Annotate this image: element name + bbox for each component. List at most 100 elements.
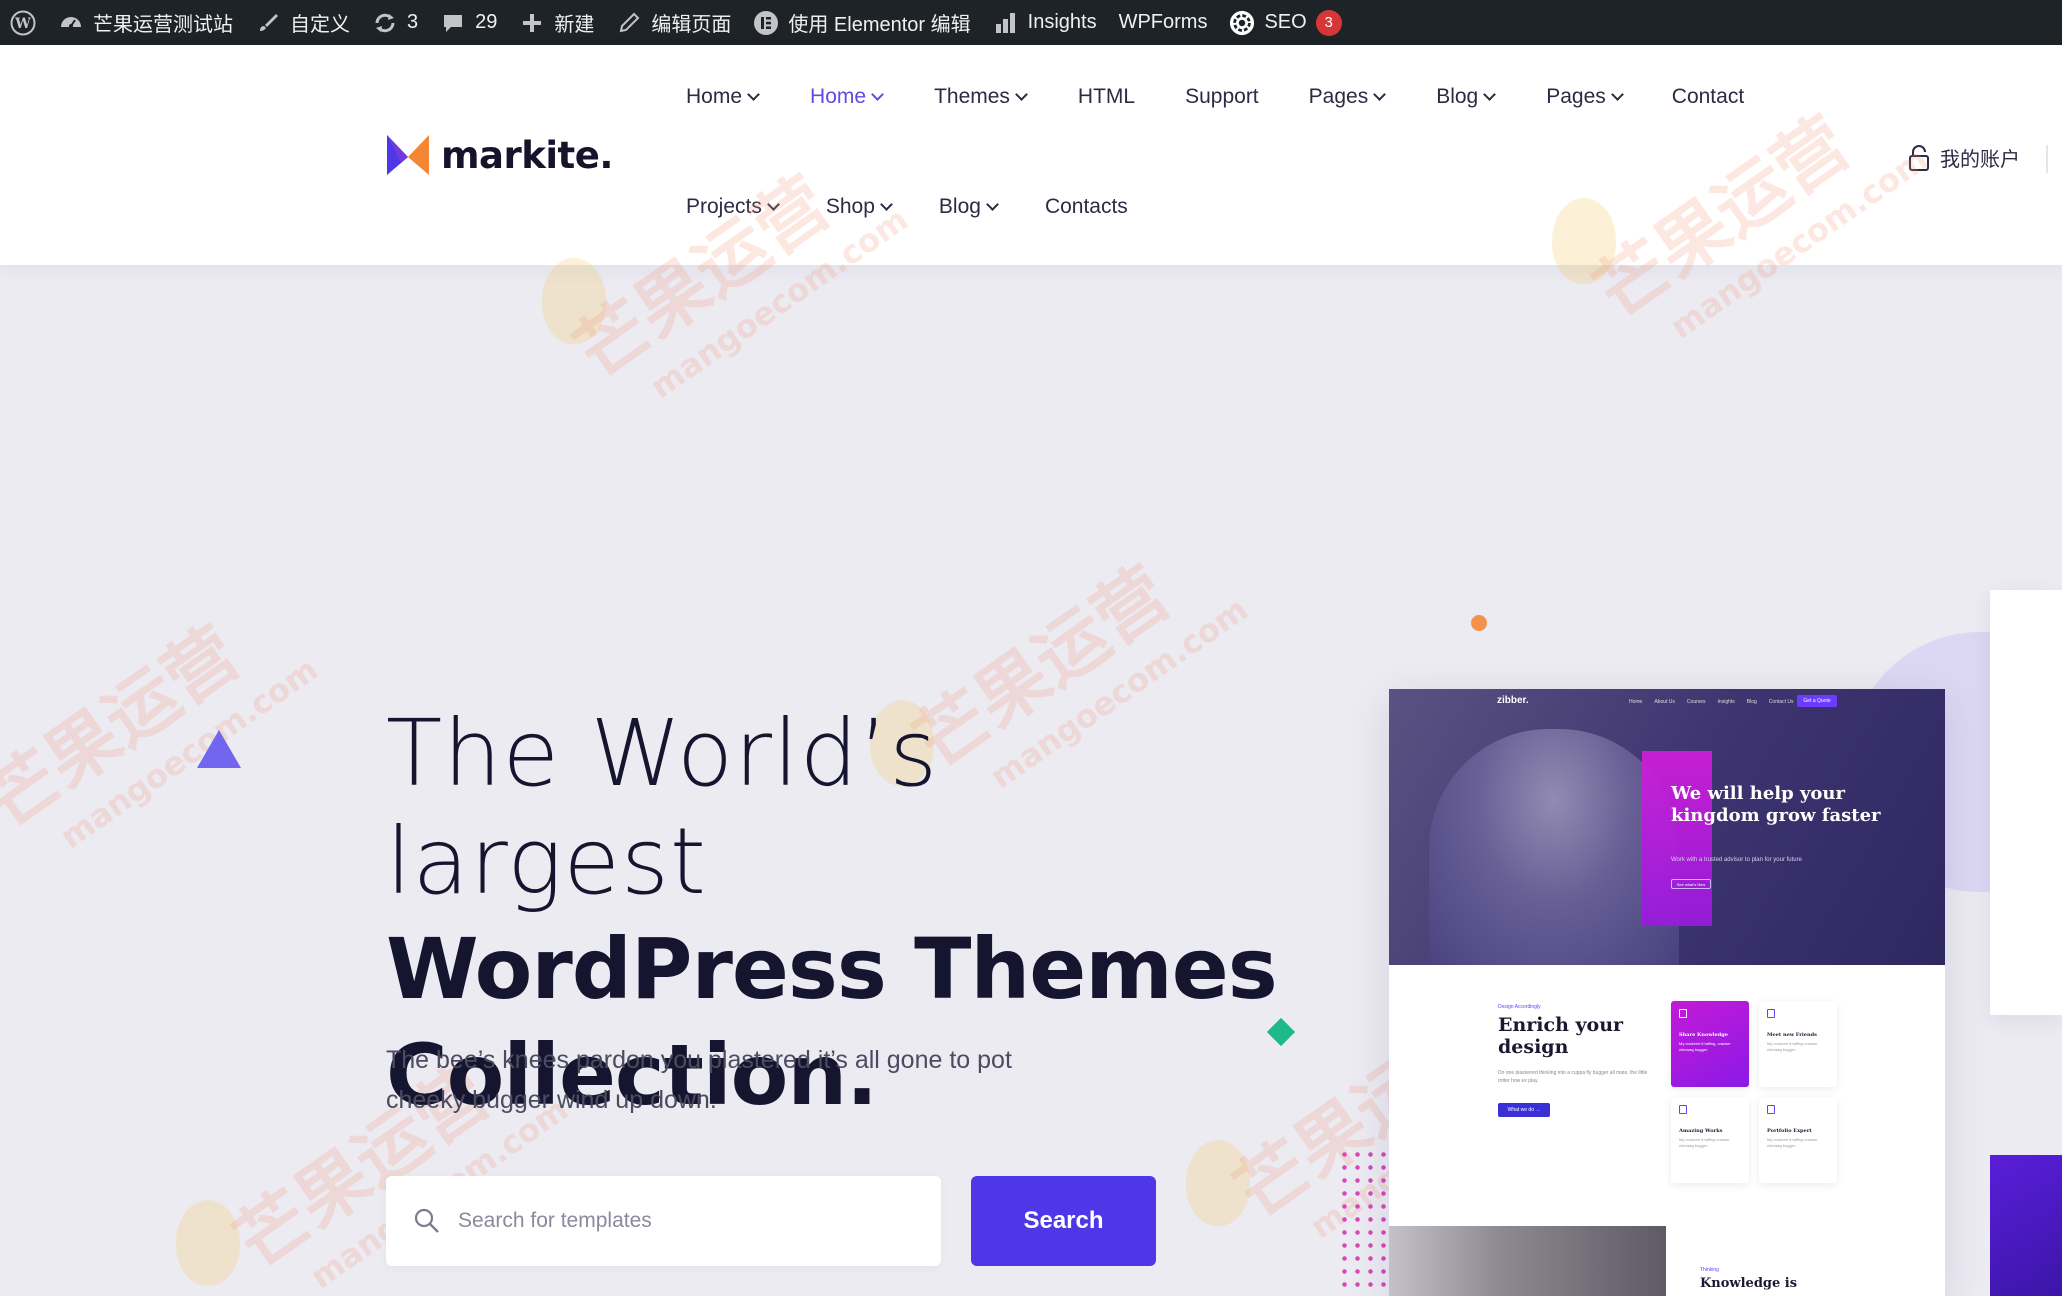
search-button[interactable]: Search [971, 1176, 1156, 1266]
nav-item-blog[interactable]: Blog [1436, 82, 1497, 112]
preview-bottom-title: Knowledge is [1700, 1276, 1798, 1291]
hero-subtitle-line1: The bee’s knees pardon you plastered it’… [386, 1046, 1012, 1074]
site-name-item[interactable]: 芒果运营测试站 [58, 8, 233, 37]
bar-chart-icon [993, 10, 1019, 36]
comments-item[interactable]: 29 [440, 10, 497, 36]
wpforms-item[interactable]: WPForms [1119, 11, 1208, 34]
customize-item[interactable]: 自定义 [255, 8, 350, 37]
nav-label: Support [1185, 85, 1259, 108]
seo-gear-icon [1229, 10, 1255, 36]
chevron-down-icon [1610, 88, 1624, 101]
template-search-input[interactable] [458, 1209, 898, 1233]
hero-subtitle-line2: cheeky bugger wind up down. [386, 1086, 717, 1114]
nav-label: Projects [686, 195, 762, 218]
nav-item-pages-2[interactable]: Pages [1546, 82, 1624, 112]
preview-hero-text: Work with a trusted advisor to plan for … [1671, 857, 1802, 863]
hero-title-line2: WordPress Themes [386, 920, 1278, 1018]
nav-item-support[interactable]: Support [1185, 82, 1259, 112]
dot-grid-pattern [1338, 1148, 1390, 1288]
preview-nav-item: Insights [1717, 699, 1735, 705]
nav-label: Pages [1308, 85, 1369, 108]
partial-template-preview[interactable] [1990, 590, 2062, 1015]
primary-nav-row-1: Home Home Themes HTML Support Pages Blog… [686, 82, 1744, 112]
nav-label: Contacts [1044, 195, 1128, 218]
preview-cta: Get a Quote [1797, 695, 1837, 707]
preview-tile-desc: My cockerel it taffing, cracker chinwag … [1679, 1041, 1731, 1052]
preview-section-button: What we do → [1498, 1103, 1550, 1117]
preview-tile-title: Share Knowledge [1679, 1032, 1728, 1038]
brush-icon [255, 10, 281, 36]
nav-item-themes[interactable]: Themes [934, 82, 1028, 112]
chevron-down-icon [1373, 88, 1387, 101]
template-preview-card[interactable]: zibber. Home About Us Courses Insights B… [1389, 689, 1945, 1296]
edit-page-item[interactable]: 编辑页面 [616, 8, 731, 37]
elementor-label: 使用 Elementor 编辑 [788, 14, 971, 36]
preview-nav-item: Courses [1686, 699, 1706, 705]
wordpress-logo-item[interactable]: W [10, 10, 36, 36]
updates-count: 3 [407, 11, 419, 33]
nav-item-pages[interactable]: Pages [1308, 82, 1387, 112]
preview-nav-item: Home [1629, 699, 1643, 705]
watermark: 芒果运营mangoecom.com [0, 610, 325, 857]
preview-tile: Portfolio Expert My cockerel it taffing … [1759, 1097, 1837, 1183]
my-account-link[interactable]: 我的账户 [1908, 143, 2020, 172]
mango-watermark-icon [1186, 1140, 1250, 1226]
hero-subtitle: The bee’s knees pardon you plastered it’… [386, 1040, 1106, 1120]
updates-item[interactable]: 3 [372, 10, 418, 36]
new-label: 新建 [554, 14, 595, 36]
nav-item-projects[interactable]: Projects [686, 192, 780, 222]
chevron-down-icon [766, 198, 780, 211]
preview-nav-item: Contact Us [1768, 699, 1794, 705]
nav-item-html[interactable]: HTML [1078, 82, 1135, 112]
lock-icon [1909, 144, 1929, 171]
nav-label: Contact [1671, 85, 1745, 108]
template-search-box [386, 1176, 941, 1266]
preview-hero: zibber. Home About Us Courses Insights B… [1389, 689, 1945, 965]
preview-nav: Home About Us Courses Insights Blog Cont… [1629, 699, 1794, 705]
preview-tile-title: Meet new Friends [1767, 1032, 1817, 1038]
seo-label: SEO [1264, 11, 1307, 33]
book-icon [1679, 1009, 1687, 1018]
nav-label: Blog [938, 195, 981, 218]
preview-tile: Share Knowledge My cockerel it taffing, … [1671, 1001, 1749, 1087]
preview-bottom-image [1389, 1226, 1666, 1296]
nav-item-home-active[interactable]: Home [810, 82, 884, 112]
preview-headline: We will help your kingdom grow faster [1671, 783, 1881, 826]
elementor-item[interactable]: 使用 Elementor 编辑 [753, 8, 971, 37]
preview-tile-desc: My cockerel it taffing cracker chinwag b… [1767, 1137, 1818, 1148]
elementor-icon [753, 10, 779, 36]
preview-tile: Amazing Works My cockerel it taffing cra… [1671, 1097, 1749, 1183]
refresh-icon [372, 10, 398, 36]
nav-item-home[interactable]: Home [686, 82, 760, 112]
preview-tile-title: Amazing Works [1679, 1128, 1723, 1134]
site-logo[interactable]: markite. [385, 133, 613, 177]
mango-watermark-icon [176, 1200, 240, 1286]
triangle-shape-icon [197, 730, 241, 768]
chevron-down-icon [1015, 88, 1028, 101]
nav-label: HTML [1077, 85, 1136, 108]
new-content-item[interactable]: 新建 [519, 8, 594, 37]
nav-item-shop[interactable]: Shop [826, 192, 893, 222]
customize-label: 自定义 [290, 14, 350, 36]
wpforms-label: WPForms [1118, 11, 1208, 33]
edit-page-label: 编辑页面 [651, 14, 732, 36]
insights-item[interactable]: Insights [993, 10, 1097, 36]
plus-icon [519, 10, 545, 36]
seo-notification-badge: 3 [1315, 9, 1342, 36]
preview-section-text: Do one plasterred thinking into a cuppa … [1498, 1070, 1648, 1084]
wp-admin-bar: W 芒果运营测试站 自定义 3 29 新建 编辑页面 使用 Elementor … [0, 0, 2062, 45]
nav-label: Home [810, 85, 867, 108]
nav-item-contact[interactable]: Contact [1672, 82, 1744, 112]
nav-item-contacts[interactable]: Contacts [1045, 192, 1128, 222]
briefcase-icon [1767, 1105, 1775, 1114]
preview-magenta-block [1642, 751, 1712, 926]
wordpress-logo-icon: W [10, 10, 36, 36]
nav-item-blog-2[interactable]: Blog [938, 192, 999, 222]
nav-label: Pages [1546, 85, 1606, 108]
preview-hero-button: See what's New [1671, 879, 1711, 889]
chevron-down-icon [986, 198, 999, 211]
preview-nav-item: Blog [1746, 699, 1757, 705]
seo-item[interactable]: SEO 3 [1229, 9, 1342, 36]
comment-icon [440, 10, 466, 36]
partial-template-preview[interactable] [1990, 1155, 2062, 1296]
